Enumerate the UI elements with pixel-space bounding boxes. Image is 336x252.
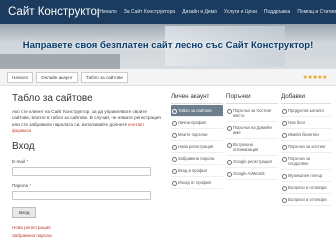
nav-item-services[interactable]: Услуги и Цени	[224, 9, 257, 15]
account-item-register[interactable]: Нова регистрация	[171, 141, 223, 153]
login-heading: Вход	[12, 140, 35, 152]
breadcrumb-current: Табло за сайтове	[80, 71, 128, 83]
addons-item-faq[interactable]: Въпроси и отговори	[281, 182, 331, 194]
hero-desk-image	[0, 54, 120, 69]
account-item-profile[interactable]: Лични профил	[171, 117, 223, 129]
addons-item-music[interactable]: Музикален плеър	[281, 170, 331, 182]
orders-item-seo[interactable]: Вътрешна оптимизация	[226, 139, 278, 156]
top-navbar: Сайт Конструктор Начало За Сайт Конструк…	[0, 0, 336, 24]
main-nav: Начало За Сайт Конструктора Дизайн и Дем…	[99, 9, 336, 15]
orders-item-adwords[interactable]: Google AdWords	[226, 168, 278, 180]
column-orders: Поръчки Поръчка за Хостинг място Поръчка…	[226, 93, 278, 180]
page-title: Табло за сайтове	[12, 93, 93, 104]
password-label: Парола *	[12, 182, 32, 188]
account-item-orders[interactable]: Моите поръчки	[171, 129, 223, 141]
rating-stars: ★★★★★	[302, 75, 328, 81]
addons-item-faq-2[interactable]: Въпроси и отговори	[281, 194, 331, 206]
account-item-logout[interactable]: Изход от профил	[171, 177, 223, 189]
addons-item-catalog[interactable]: Продуктов каталог	[281, 105, 331, 117]
account-item-login[interactable]: Вход в профил	[171, 165, 223, 177]
password-field[interactable]	[12, 190, 151, 200]
addons-item-hosting[interactable]: Поръчка за хостинг	[281, 141, 331, 153]
hero-banner: Направете своя безплатен сайт лесно със …	[0, 24, 336, 69]
column-title: Личен акаунт	[171, 93, 223, 104]
column-addons: Добавки Продуктов каталог Нов блог Имейл…	[281, 93, 331, 206]
breadcrumb: Начало Онлайн акаунт Табло за сайтове	[0, 69, 336, 86]
nav-item-about[interactable]: За Сайт Конструктора	[124, 9, 175, 15]
breadcrumb-home[interactable]: Начало	[7, 71, 34, 83]
addons-item-newsletter[interactable]: Имейл бюлетин	[281, 129, 331, 141]
login-section: Табло за сайтове Ако сте клиент на Сайт …	[12, 93, 164, 238]
nav-item-design[interactable]: Дизайн и Демо	[182, 9, 217, 15]
nav-item-help[interactable]: Помощ и Статии	[297, 9, 336, 15]
addons-item-sharing[interactable]: Поръчка за сподоляне	[281, 153, 331, 170]
login-button[interactable]: Вход	[12, 206, 37, 218]
nav-item-home[interactable]: Начало	[99, 9, 116, 15]
column-title: Добавки	[281, 93, 331, 104]
nav-item-support[interactable]: Поддръжка	[264, 9, 290, 15]
forgot-password-link[interactable]: Забравена парола	[12, 233, 164, 238]
account-item-forgot[interactable]: Забравена парола	[171, 153, 223, 165]
column-title: Поръчки	[226, 93, 278, 104]
email-field[interactable]	[12, 166, 151, 176]
account-item-dashboard[interactable]: Табло за сайтове	[171, 105, 223, 117]
email-label: E-mail *	[12, 158, 29, 164]
brand-logo[interactable]: Сайт Конструктор	[0, 6, 99, 18]
hero-text: Направете своя безплатен сайт лесно със …	[22, 40, 314, 51]
new-registration-link[interactable]: Нова регистрация	[12, 225, 164, 230]
column-account: Личен акаунт Табло за сайтове Лични проф…	[171, 93, 223, 189]
orders-item-google[interactable]: Google регистрация	[226, 156, 278, 168]
addons-item-blog[interactable]: Нов блог	[281, 117, 331, 129]
intro-text: Ако сте клиент на Сайт Конструктор, за д…	[12, 109, 161, 134]
orders-item-hosting[interactable]: Поръчка за Хостинг място	[226, 105, 278, 122]
breadcrumb-account[interactable]: Онлайн акаунт	[36, 71, 78, 83]
orders-item-domain[interactable]: Поръчка на Домейн име	[226, 122, 278, 139]
